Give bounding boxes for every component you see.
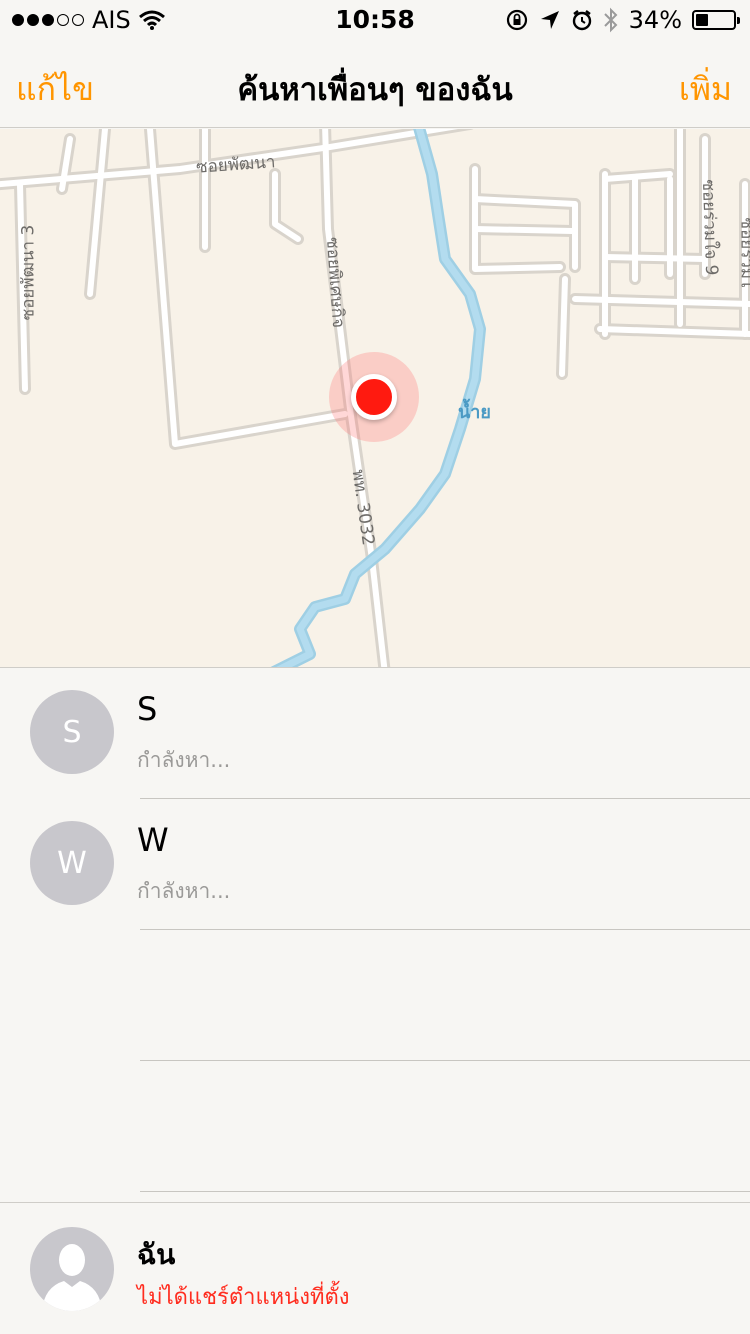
friend-status: กำลังหา... — [137, 879, 231, 903]
road-label: ซอยพัฒนา 3 — [18, 224, 39, 321]
friend-row[interactable]: S S กำลังหา... — [0, 668, 750, 799]
location-arrow-icon — [540, 11, 559, 29]
navigation-bar: แก้ไข ค้นหาเพื่อนๆ ของฉัน เพิ่ม — [0, 40, 750, 128]
friend-name: W — [137, 821, 169, 859]
friend-name: S — [137, 690, 158, 728]
empty-row — [0, 930, 750, 1061]
alarm-icon — [572, 10, 591, 31]
rotation-lock-icon — [506, 9, 527, 31]
empty-row — [0, 1061, 750, 1192]
add-friend-button[interactable]: เพิ่ม — [679, 64, 732, 115]
status-right: 34% — [505, 6, 740, 34]
person-silhouette-icon — [30, 1227, 114, 1311]
person-silhouette-icon — [42, 1244, 102, 1311]
battery-icon — [692, 10, 740, 30]
location-pin[interactable] — [351, 374, 397, 420]
map-view[interactable]: ซอยพัฒนา ซอยพัฒนา 3 ซอยพิเศษกิจ พท. 3032… — [0, 129, 750, 667]
friend-status: กำลังหา... — [137, 748, 231, 772]
me-status: ไม่ได้แชร์ตำแหน่งที่ตั้ง — [137, 1285, 350, 1310]
friend-row[interactable]: W W กำลังหา... — [0, 799, 750, 930]
me-name: ฉัน — [137, 1238, 176, 1271]
road-label: ซอยร่วมใ — [736, 217, 750, 288]
me-row[interactable]: ฉัน ไม่ได้แชร์ตำแหน่งที่ตั้ง — [0, 1202, 750, 1334]
divider — [140, 1191, 750, 1192]
page-title: ค้นหาเพื่อนๆ ของฉัน — [237, 72, 513, 108]
status-bar: AIS 10:58 34% — [0, 0, 750, 40]
avatar: S — [30, 690, 114, 774]
avatar: W — [30, 821, 114, 905]
bluetooth-icon — [603, 7, 618, 33]
road-label: ซอยพัฒนา — [195, 152, 277, 178]
battery-percent: 34% — [628, 6, 682, 34]
river-label: น้ำย — [458, 402, 491, 423]
battery-fill — [696, 14, 708, 26]
road-label: ซอยร่วมใจ 9 — [697, 179, 722, 276]
friends-list: S S กำลังหา... W W กำลังหา... — [0, 667, 750, 1202]
